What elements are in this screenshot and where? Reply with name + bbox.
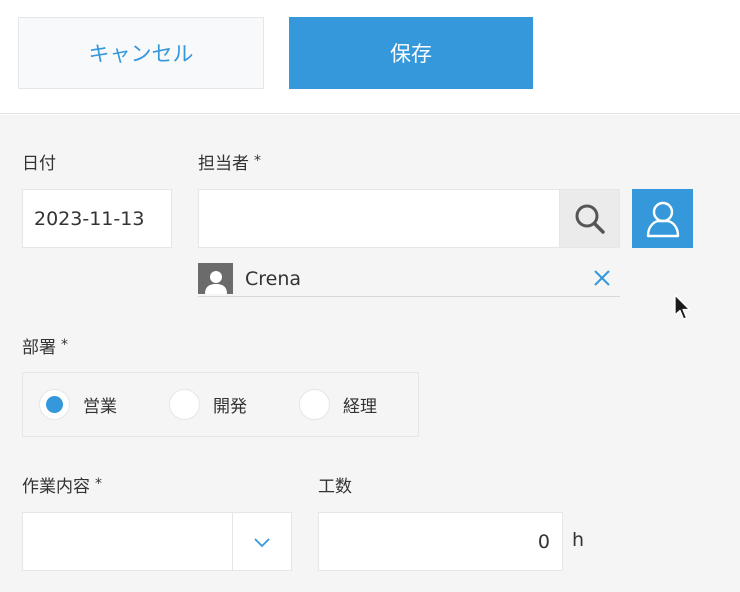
radio-button[interactable]	[39, 389, 70, 420]
toolbar: キャンセル 保存	[0, 0, 740, 114]
mouse-cursor-icon	[674, 294, 691, 320]
dropdown-toggle[interactable]	[233, 513, 291, 570]
assignee-search-input[interactable]	[198, 189, 560, 248]
radio-selected-dot	[46, 396, 63, 413]
date-value: 2023-11-13	[34, 207, 145, 230]
required-mark: *	[61, 337, 68, 353]
selected-user-name: Crena	[245, 267, 302, 290]
close-icon	[594, 270, 610, 286]
department-radio-group: 営業 開発 経理	[22, 372, 419, 437]
department-label: 部署 *	[22, 333, 68, 358]
radio-button[interactable]	[299, 389, 330, 420]
man-hours-value: 0	[537, 530, 550, 553]
assignee-search-button[interactable]	[560, 189, 620, 248]
man-hours-label-text: 工数	[318, 477, 352, 497]
user-icon	[646, 201, 679, 237]
date-label: 日付	[22, 149, 56, 174]
department-label-text: 部署	[22, 338, 56, 358]
required-mark: *	[95, 476, 102, 492]
chevron-down-icon	[254, 537, 270, 547]
work-content-dropdown[interactable]	[22, 512, 292, 571]
man-hours-label: 工数	[318, 472, 352, 497]
cancel-button[interactable]: キャンセル	[18, 17, 264, 89]
work-content-label-text: 作業内容	[22, 477, 90, 497]
work-content-label: 作業内容 *	[22, 472, 102, 497]
department-option-sales[interactable]: 営業	[39, 389, 117, 420]
remove-user-button[interactable]	[590, 266, 614, 290]
man-hours-unit: h	[572, 529, 585, 551]
selected-user-chip: Crena	[198, 261, 620, 297]
save-button[interactable]: 保存	[289, 17, 533, 89]
search-icon	[575, 204, 605, 234]
date-input[interactable]: 2023-11-13	[22, 189, 172, 248]
radio-button[interactable]	[169, 389, 200, 420]
department-option-accounting[interactable]: 経理	[299, 389, 377, 420]
department-option-development[interactable]: 開発	[169, 389, 247, 420]
required-mark: *	[254, 153, 261, 169]
assignee-label-text: 担当者	[198, 154, 249, 174]
radio-label: 開発	[213, 397, 247, 417]
radio-label: 経理	[343, 397, 377, 417]
record-form: 日付 2023-11-13 担当者 * Crena 部署 * 営業 開発 経理 …	[0, 115, 740, 592]
radio-label: 営業	[83, 397, 117, 417]
man-hours-input[interactable]: 0	[318, 512, 563, 571]
user-avatar-icon	[198, 263, 233, 294]
date-label-text: 日付	[22, 154, 56, 174]
user-picker-button[interactable]	[632, 189, 693, 248]
assignee-label: 担当者 *	[198, 149, 261, 174]
